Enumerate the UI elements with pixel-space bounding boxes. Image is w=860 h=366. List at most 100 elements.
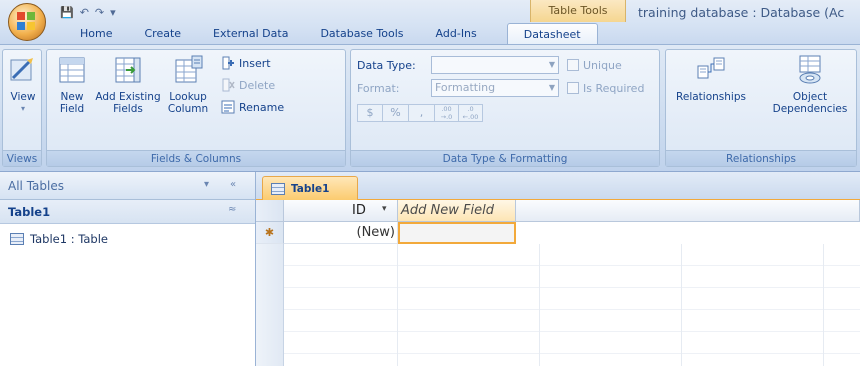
office-logo-icon bbox=[17, 12, 37, 32]
nav-item-label: Table1 : Table bbox=[30, 232, 108, 246]
insert-label: Insert bbox=[239, 56, 271, 70]
office-button[interactable] bbox=[8, 3, 46, 41]
fields-columns-group-label: Fields & Columns bbox=[47, 150, 345, 166]
relationships-group-label: Relationships bbox=[666, 150, 856, 166]
object-dependencies-button[interactable]: Object Dependencies bbox=[766, 54, 854, 115]
nav-header[interactable]: All Tables ▾ « bbox=[0, 172, 255, 200]
add-existing-label-2: Fields bbox=[113, 103, 143, 115]
document-area: Table1 ID ▾ Add New Field ✱ (New) bbox=[256, 172, 860, 366]
lookup-column-button[interactable]: Lookup Column bbox=[165, 54, 211, 115]
comma-format-button[interactable]: , bbox=[409, 104, 435, 122]
unique-label: Unique bbox=[583, 58, 622, 72]
format-value: Formatting bbox=[435, 81, 496, 94]
unique-checkbox[interactable] bbox=[567, 59, 579, 71]
data-type-label: Data Type: bbox=[357, 58, 416, 72]
document-tab-table1[interactable]: Table1 bbox=[262, 176, 358, 200]
quick-access-toolbar: 💾 ↶ ↷ ▾ bbox=[60, 4, 116, 20]
view-icon bbox=[10, 58, 33, 81]
nav-group-collapse-icon[interactable]: ≈ bbox=[228, 204, 236, 215]
tab-home[interactable]: Home bbox=[64, 23, 128, 44]
view-button[interactable]: View ▾ bbox=[5, 54, 41, 115]
redo-icon[interactable]: ↷ bbox=[95, 6, 104, 19]
format-dropdown-icon: ▼ bbox=[548, 83, 555, 92]
new-field-icon bbox=[59, 57, 85, 83]
relationships-icon bbox=[697, 57, 725, 79]
record-selector-column bbox=[256, 244, 284, 366]
nav-item-table1[interactable]: Table1 : Table bbox=[0, 228, 255, 250]
delete-column-icon bbox=[222, 78, 235, 92]
ribbon-tabs: Home Create External Data Database Tools… bbox=[64, 23, 598, 44]
nav-group-label: Table1 bbox=[8, 205, 51, 219]
add-new-field-label: Add New Field bbox=[401, 203, 494, 218]
datasheet-table-icon bbox=[271, 182, 285, 195]
currency-format-button[interactable]: $ bbox=[357, 104, 383, 122]
view-label: View bbox=[10, 91, 36, 103]
new-row-id-cell[interactable]: (New) bbox=[284, 222, 398, 244]
column-header-add-new-field[interactable]: Add New Field bbox=[398, 200, 516, 222]
object-dependencies-label-1: Object bbox=[792, 91, 828, 103]
is-required-label: Is Required bbox=[583, 81, 645, 95]
new-field-label-1: New bbox=[60, 91, 84, 103]
nav-group-table1[interactable]: Table1 ≈ bbox=[0, 200, 255, 224]
insert-column-icon bbox=[222, 56, 234, 70]
new-field-label-2: Field bbox=[59, 103, 85, 115]
new-record-selector[interactable]: ✱ bbox=[256, 222, 284, 244]
add-existing-label-1: Add Existing bbox=[95, 91, 161, 103]
tab-add-ins[interactable]: Add-Ins bbox=[420, 23, 493, 44]
save-icon[interactable]: 💾 bbox=[60, 6, 74, 19]
grid-background bbox=[256, 244, 860, 366]
ribbon: View ▾ Views New Field Add Existing Fiel… bbox=[0, 44, 860, 172]
tab-database-tools[interactable]: Database Tools bbox=[304, 23, 419, 44]
column-header-id-label: ID bbox=[352, 203, 366, 218]
lookup-label-1: Lookup bbox=[169, 91, 207, 103]
rename-label: Rename bbox=[239, 100, 285, 114]
lookup-column-icon bbox=[175, 55, 203, 83]
data-type-dropdown-icon: ▼ bbox=[548, 60, 555, 69]
insert-column-button[interactable]: Insert bbox=[221, 56, 271, 70]
nav-collapse-icon[interactable]: « bbox=[230, 179, 236, 190]
customize-qat-icon[interactable]: ▾ bbox=[110, 6, 116, 19]
document-tab-label: Table1 bbox=[291, 182, 330, 195]
column-sort-dropdown-icon[interactable]: ▾ bbox=[382, 204, 387, 214]
format-combo[interactable]: Formatting ▼ bbox=[431, 79, 559, 97]
select-all-button[interactable] bbox=[256, 200, 284, 222]
format-label: Format: bbox=[357, 81, 400, 95]
view-dropdown-icon: ▾ bbox=[20, 104, 25, 113]
tab-create[interactable]: Create bbox=[128, 23, 197, 44]
relationships-group: Relationships Object Dependencies Relati… bbox=[665, 49, 857, 167]
is-required-checkbox[interactable] bbox=[567, 82, 579, 94]
undo-icon[interactable]: ↶ bbox=[80, 6, 89, 19]
fields-columns-group: New Field Add Existing Fields Lookup Col… bbox=[46, 49, 346, 167]
data-type-combo[interactable]: ▼ bbox=[431, 56, 559, 74]
add-existing-fields-button[interactable]: Add Existing Fields bbox=[93, 54, 163, 115]
views-group: View ▾ Views bbox=[2, 49, 42, 167]
delete-column-button[interactable]: Delete bbox=[221, 78, 275, 92]
navigation-pane: All Tables ▾ « Table1 ≈ Table1 : Table bbox=[0, 172, 256, 366]
increase-decimals-button[interactable]: .00 →.0 bbox=[435, 104, 459, 122]
column-header-id[interactable]: ID ▾ bbox=[284, 200, 398, 222]
new-row-add-field-cell[interactable] bbox=[398, 222, 516, 244]
column-header-empty bbox=[516, 200, 860, 222]
tab-external-data[interactable]: External Data bbox=[197, 23, 304, 44]
datasheet-grid[interactable]: ID ▾ Add New Field ✱ (New) bbox=[256, 200, 860, 366]
rename-column-button[interactable]: Rename bbox=[221, 100, 284, 114]
title-bar: 💾 ↶ ↷ ▾ Table Tools training database : … bbox=[0, 0, 860, 44]
table-tools-context-label: Table Tools bbox=[530, 0, 626, 22]
nav-title: All Tables bbox=[8, 179, 64, 193]
percent-format-button[interactable]: % bbox=[383, 104, 409, 122]
relationships-label: Relationships bbox=[676, 91, 746, 103]
data-type-formatting-group-label: Data Type & Formatting bbox=[351, 150, 659, 166]
window-title: training database : Database (Ac bbox=[638, 5, 845, 20]
tab-datasheet[interactable]: Datasheet bbox=[506, 23, 598, 44]
decrease-decimals-button[interactable]: .0 ←.00 bbox=[459, 104, 483, 122]
relationships-button[interactable]: Relationships bbox=[670, 54, 752, 103]
add-existing-fields-icon bbox=[115, 57, 141, 83]
table-icon bbox=[10, 233, 24, 245]
object-dependencies-icon bbox=[799, 55, 821, 84]
new-field-button[interactable]: New Field bbox=[53, 54, 91, 115]
delete-label: Delete bbox=[239, 78, 276, 92]
data-type-formatting-group: Data Type: ▼ Unique Format: Formatting ▼… bbox=[350, 49, 660, 167]
nav-dropdown-icon[interactable]: ▾ bbox=[204, 179, 209, 190]
views-group-label: Views bbox=[3, 150, 41, 166]
document-tab-strip: Table1 bbox=[256, 172, 860, 200]
